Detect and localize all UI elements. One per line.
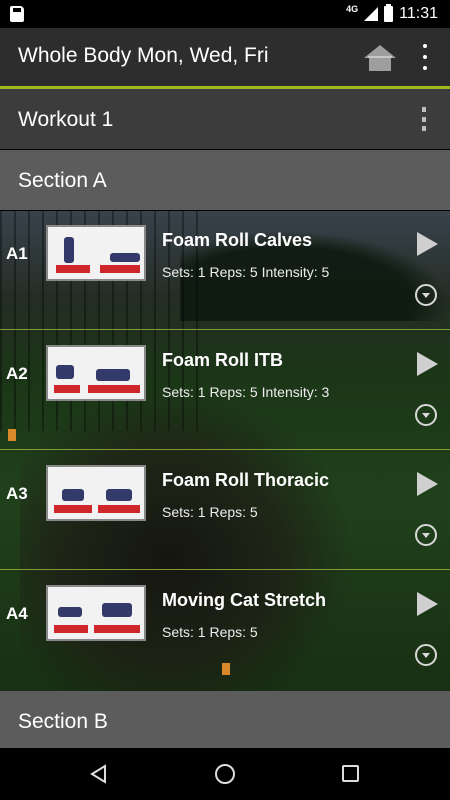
exercise-row-a1[interactable]: A1 Foam Roll Calves Sets: 1 Reps: 5 Inte… bbox=[0, 211, 450, 331]
exercise-list: A1 Foam Roll Calves Sets: 1 Reps: 5 Inte… bbox=[0, 211, 450, 691]
home-icon[interactable] bbox=[363, 44, 397, 72]
exercise-meta: Sets: 1 Reps: 5 Intensity: 3 bbox=[162, 384, 330, 400]
overflow-menu-icon[interactable] bbox=[420, 44, 430, 70]
expand-icon[interactable] bbox=[415, 644, 437, 666]
exercise-row-a2[interactable]: A2 Foam Roll ITB Sets: 1 Reps: 5 Intensi… bbox=[0, 331, 450, 451]
network-type: 4G bbox=[346, 4, 359, 14]
exercise-title: Foam Roll Calves bbox=[162, 230, 313, 250]
section-header-a[interactable]: Section A bbox=[0, 150, 450, 210]
exercise-code: A2 bbox=[6, 364, 28, 383]
exercise-meta: Sets: 1 Reps: 5 Intensity: 5 bbox=[162, 264, 330, 280]
workout-header[interactable]: Workout 1 bbox=[0, 89, 450, 149]
workout-menu-icon[interactable] bbox=[419, 107, 429, 131]
workout-title: Workout 1 bbox=[18, 108, 114, 131]
section-header-b[interactable]: Section B bbox=[0, 691, 450, 748]
exercise-thumbnail bbox=[46, 465, 146, 521]
exercise-title: Moving Cat Stretch bbox=[162, 590, 327, 610]
row-divider bbox=[0, 329, 450, 330]
battery-icon bbox=[384, 4, 394, 22]
exercise-thumbnail bbox=[46, 225, 146, 281]
exercise-thumbnail bbox=[46, 585, 146, 641]
signal-icon bbox=[364, 7, 379, 21]
play-icon[interactable] bbox=[417, 472, 438, 496]
exercise-title: Foam Roll ITB bbox=[162, 350, 283, 370]
exercise-code: A4 bbox=[6, 604, 28, 623]
expand-icon[interactable] bbox=[415, 404, 437, 426]
row-divider bbox=[0, 449, 450, 450]
exercise-meta: Sets: 1 Reps: 5 bbox=[162, 504, 258, 520]
sd-card-icon bbox=[10, 6, 24, 22]
app-bar: Whole Body Mon, Wed, Fri bbox=[0, 28, 450, 86]
clock: 11:31 bbox=[399, 5, 438, 22]
exercise-code: A1 bbox=[6, 244, 28, 263]
recents-icon[interactable] bbox=[342, 765, 359, 782]
exercise-title: Foam Roll Thoracic bbox=[162, 470, 330, 490]
home-circle-icon[interactable] bbox=[215, 764, 235, 784]
system-nav-bar bbox=[0, 748, 450, 800]
exercise-row-a4[interactable]: A4 Moving Cat Stretch Sets: 1 Reps: 5 bbox=[0, 571, 450, 691]
status-icons: 4G 11:31 bbox=[346, 4, 438, 24]
play-icon[interactable] bbox=[417, 592, 438, 616]
page-title: Whole Body Mon, Wed, Fri bbox=[18, 44, 269, 67]
expand-icon[interactable] bbox=[415, 284, 437, 306]
expand-icon[interactable] bbox=[415, 524, 437, 546]
exercise-thumbnail bbox=[46, 345, 146, 401]
exercise-code: A3 bbox=[6, 484, 28, 503]
section-label: Section B bbox=[18, 710, 108, 733]
section-label: Section A bbox=[18, 169, 107, 192]
play-icon[interactable] bbox=[417, 352, 438, 376]
row-divider bbox=[0, 569, 450, 570]
exercise-meta: Sets: 1 Reps: 5 bbox=[162, 624, 258, 640]
back-icon[interactable] bbox=[89, 764, 109, 784]
exercise-row-a3[interactable]: A3 Foam Roll Thoracic Sets: 1 Reps: 5 bbox=[0, 451, 450, 571]
play-icon[interactable] bbox=[417, 232, 438, 256]
status-bar: 4G 11:31 bbox=[0, 0, 450, 28]
